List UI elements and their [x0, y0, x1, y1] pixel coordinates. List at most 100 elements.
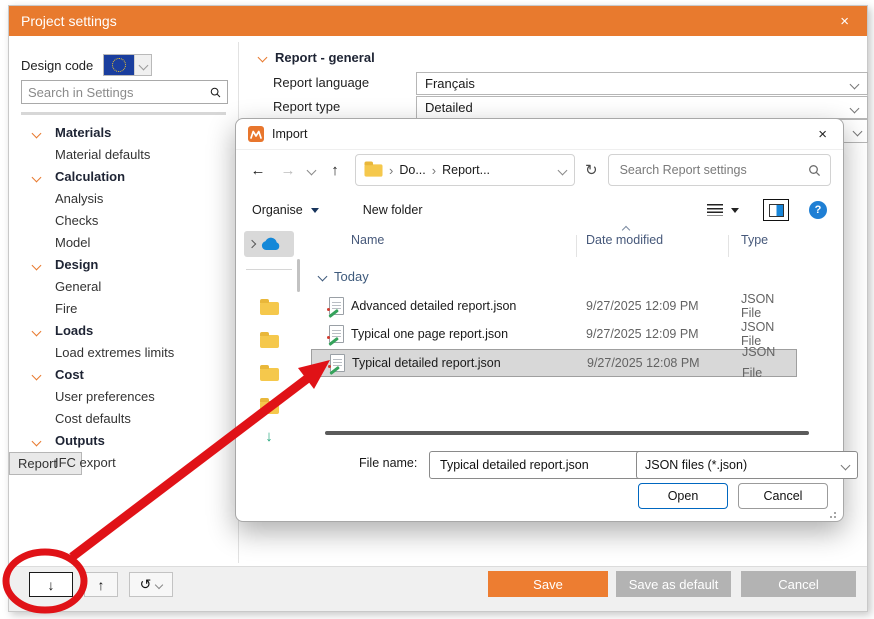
sidebar-item-cost[interactable]: Cost — [9, 364, 238, 386]
preview-pane-toggle[interactable] — [763, 199, 789, 221]
save-button[interactable]: Save — [488, 571, 608, 597]
chevron-down-icon — [852, 126, 863, 137]
folder-icon[interactable] — [259, 299, 279, 315]
chevron-down-icon — [849, 103, 860, 114]
search-icon — [809, 164, 821, 176]
section-header[interactable]: Report - general — [257, 50, 375, 65]
back-icon[interactable]: ← — [248, 162, 268, 179]
column-headers: Name Date modified Type — [311, 225, 781, 257]
group-header-today[interactable]: Today — [317, 269, 369, 284]
sidebar-item-cost-defaults[interactable]: Cost defaults — [9, 408, 238, 430]
sidebar-item-outputs[interactable]: Outputs — [9, 430, 238, 452]
folder-icon[interactable] — [259, 332, 279, 348]
import-app-icon — [248, 126, 264, 142]
sidebar-item-material-defaults[interactable]: Material defaults — [9, 144, 238, 166]
column-separator — [728, 235, 729, 257]
file-name-input[interactable] — [438, 457, 635, 473]
view-list-icon[interactable] — [707, 204, 723, 216]
hidden-setting-select[interactable] — [840, 119, 868, 143]
chevron-down-icon[interactable] — [134, 55, 152, 75]
sidebar-item-model[interactable]: Model — [9, 232, 238, 254]
sidebar-item-analysis[interactable]: Analysis — [9, 188, 238, 210]
forward-icon: → — [280, 161, 296, 179]
arrow-up-icon: ↑ — [97, 576, 105, 593]
design-code-label: Design code — [21, 57, 94, 73]
organise-menu[interactable]: Organise — [252, 203, 303, 217]
dialog-cancel-button[interactable]: Cancel — [738, 483, 828, 509]
folder-icon[interactable] — [259, 365, 279, 381]
window-titlebar: Project settings × — [9, 6, 867, 36]
sidebar-item-checks[interactable]: Checks — [9, 210, 238, 232]
arrow-down-icon: ↓ — [47, 576, 55, 593]
file-type-combo[interactable]: JSON files (*.json) — [636, 451, 858, 479]
sidebar-item-ifc-export[interactable]: IFC export — [9, 452, 238, 474]
breadcrumb-report[interactable]: Report... — [442, 163, 490, 177]
sidebar-item-general[interactable]: General — [9, 276, 238, 298]
close-icon[interactable]: × — [834, 13, 855, 30]
export-settings-button[interactable]: ↑ — [84, 572, 118, 597]
column-name[interactable]: Name — [351, 233, 384, 247]
sidebar-item-fire[interactable]: Fire — [9, 298, 238, 320]
settings-sidebar: Design code Materials Material defaults … — [9, 36, 238, 567]
column-type[interactable]: Type — [741, 233, 768, 247]
report-type-select[interactable]: Detailed — [416, 96, 868, 119]
report-language-select[interactable]: Français — [416, 72, 868, 95]
chevron-right-icon[interactable] — [247, 239, 257, 249]
caret-down-icon — [310, 207, 319, 213]
recent-locations-chevron-icon[interactable] — [306, 165, 317, 175]
resize-grip[interactable] — [834, 512, 836, 514]
chevron-right-icon: › — [431, 162, 437, 178]
folder-icon — [364, 160, 383, 177]
sidebar-item-load-extremes-limits[interactable]: Load extremes limits — [9, 342, 238, 364]
breadcrumb-documents[interactable]: Do... — [399, 163, 425, 177]
settings-search-input[interactable] — [22, 84, 210, 100]
file-row[interactable]: Advanced detailed report.json 9/27/2025 … — [311, 292, 774, 320]
window-title: Project settings — [21, 13, 117, 29]
pane-scrollbar-thumb[interactable] — [297, 259, 300, 292]
column-separator — [576, 235, 577, 257]
json-file-icon — [327, 325, 344, 347]
folder-icon[interactable] — [259, 398, 279, 414]
settings-tree: Materials Material defaults Calculation … — [9, 122, 238, 475]
up-icon[interactable]: ↑ — [325, 162, 345, 179]
sidebar-item-calculation[interactable]: Calculation — [9, 166, 238, 188]
close-icon[interactable]: × — [814, 126, 831, 143]
sidebar-item-materials[interactable]: Materials — [9, 122, 238, 144]
import-settings-button[interactable]: ↓ — [29, 572, 73, 597]
file-name-combo[interactable] — [429, 451, 658, 479]
open-button[interactable]: Open — [638, 483, 728, 509]
onedrive-item[interactable] — [244, 231, 294, 257]
file-row-selected[interactable]: Typical detailed report.json 9/27/2025 1… — [311, 345, 797, 380]
reset-icon: ↺ — [139, 576, 152, 592]
save-as-default-button[interactable]: Save as default — [616, 571, 731, 597]
group-collapse-chevron-icon — [317, 271, 328, 282]
column-date-modified[interactable]: Date modified — [586, 233, 663, 247]
collapse-chevron-icon[interactable] — [257, 52, 268, 63]
places-pane: ↓ — [244, 231, 294, 445]
sidebar-item-user-preferences[interactable]: User preferences — [9, 386, 238, 408]
sidebar-item-design[interactable]: Design — [9, 254, 238, 276]
json-file-icon — [327, 297, 344, 319]
breadcrumb[interactable]: › Do... › Report... — [355, 154, 575, 186]
cancel-button[interactable]: Cancel — [741, 571, 856, 597]
refresh-icon[interactable]: ↻ — [585, 161, 598, 179]
help-icon[interactable]: ? — [809, 201, 827, 219]
import-dialog-titlebar: Import × — [236, 119, 843, 150]
import-dialog: Import × ← → ↑ › Do... › Report... ↻ Org… — [235, 118, 858, 522]
downloads-icon[interactable]: ↓ — [244, 428, 294, 445]
report-language-label: Report language — [273, 75, 370, 90]
chevron-down-icon — [155, 580, 164, 589]
sidebar-item-loads[interactable]: Loads — [9, 320, 238, 342]
file-row[interactable]: Typical one page report.json 9/27/2025 1… — [311, 320, 774, 348]
settings-search[interactable] — [21, 80, 228, 104]
horizontal-scrollbar[interactable] — [325, 431, 809, 435]
reset-settings-button[interactable]: ↺ — [129, 572, 173, 597]
file-search[interactable] — [607, 154, 831, 186]
view-options-caret-icon[interactable] — [731, 207, 739, 213]
address-dropdown-chevron-icon[interactable] — [557, 165, 568, 175]
file-search-input[interactable] — [617, 162, 808, 178]
chevron-right-icon: › — [389, 162, 394, 178]
file-name-label: File name: — [359, 456, 418, 470]
design-code-dropdown[interactable] — [103, 54, 153, 76]
new-folder-button[interactable]: New folder — [363, 203, 423, 217]
